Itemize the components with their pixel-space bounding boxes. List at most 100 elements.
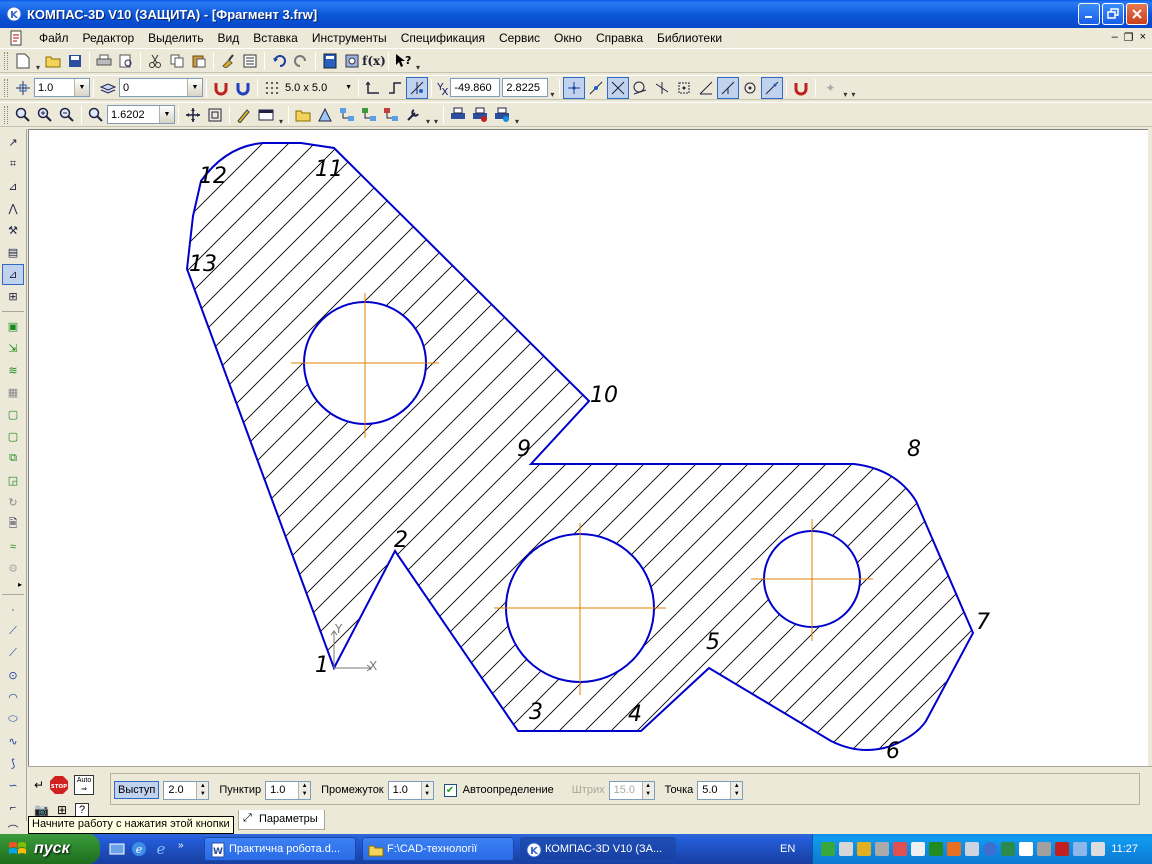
tool-doc-button[interactable]: 🗎 <box>2 514 24 535</box>
layer-combo[interactable]: 0 ▼ <box>119 78 203 97</box>
library-tree3-button[interactable] <box>380 104 402 126</box>
menu-libraries[interactable]: Библиотеки <box>650 31 729 45</box>
library-manager-button[interactable] <box>292 104 314 126</box>
local-snap-button[interactable] <box>232 77 254 99</box>
step-combo[interactable]: 1.0 ▼ <box>34 78 90 97</box>
menu-insert[interactable]: Вставка <box>246 31 305 45</box>
camera-icon[interactable]: 📷 <box>34 803 49 817</box>
line-tool-button[interactable]: ⟋ <box>2 621 24 642</box>
panel-button[interactable] <box>255 104 277 126</box>
zoom-combo[interactable]: 1.6202 ▼ <box>107 105 175 124</box>
segment-tool-button[interactable]: ⟋ <box>2 643 24 664</box>
spin-down-icon[interactable]: ▼ <box>731 790 743 799</box>
tray-shield-icon[interactable] <box>839 842 853 856</box>
print-red-button[interactable] <box>469 104 491 126</box>
global-snap-button[interactable] <box>790 77 812 99</box>
copy-button[interactable] <box>166 50 188 72</box>
coord-x-field[interactable]: -49.860 <box>450 78 501 97</box>
drawing-canvas[interactable]: X Y 1 2 3 4 5 6 7 8 9 10 11 12 13 <box>28 129 1148 766</box>
paste-button[interactable] <box>188 50 210 72</box>
tray-network-icon[interactable] <box>1037 842 1051 856</box>
spin-up-icon[interactable]: ▲ <box>421 781 433 790</box>
zoom-scale-button[interactable] <box>85 104 107 126</box>
snap-align-button[interactable] <box>717 76 740 99</box>
tray-gray-icon[interactable] <box>875 842 889 856</box>
snap-point-on-curve-button[interactable] <box>761 76 784 99</box>
menu-help[interactable]: Справка <box>589 31 650 45</box>
toolbar3b-overflow-icon[interactable]: ▾ <box>432 104 440 126</box>
tray-info-icon[interactable] <box>1019 842 1033 856</box>
spin-up-icon[interactable]: ▲ <box>299 781 311 790</box>
tochka-spinner[interactable]: 5.0 ▲ ▼ <box>697 780 744 800</box>
task-kompas[interactable]: K КОМПАС-3D V10 (ЗА... <box>520 837 676 861</box>
snap-intersection-button[interactable] <box>607 76 630 99</box>
menu-editor[interactable]: Редактор <box>76 31 142 45</box>
snap-dropdown-icon[interactable]: ▾ <box>841 77 849 99</box>
punktir-spinner[interactable]: 1.0 ▲ ▼ <box>265 780 312 800</box>
chevron-down-icon[interactable]: ▼ <box>187 79 202 96</box>
spin-up-icon[interactable]: ▲ <box>197 781 209 790</box>
manager-button[interactable] <box>319 50 341 72</box>
tab-parameters[interactable]: ⤢ Параметры <box>238 810 325 830</box>
tool-hatch-button[interactable]: ≈ <box>2 536 24 557</box>
toolbar1-overflow-icon[interactable]: ▾ <box>414 50 422 72</box>
variables-fx-button[interactable]: f(x) <box>362 50 386 72</box>
quicklaunch-more-icon[interactable]: » <box>178 840 184 851</box>
tray-white-icon[interactable] <box>911 842 925 856</box>
document-icon[interactable] <box>8 30 24 46</box>
report-button[interactable] <box>239 50 261 72</box>
chevron-down-icon[interactable]: ▼ <box>345 84 352 91</box>
snap-normal-button[interactable] <box>651 77 673 99</box>
library-tree-button[interactable] <box>336 104 358 126</box>
grid-panel-icon[interactable]: ⊞ <box>57 803 67 817</box>
new-dropdown-icon[interactable]: ▾ <box>34 50 42 72</box>
spin-up-icon[interactable]: ▲ <box>731 781 743 790</box>
help-icon[interactable]: ? <box>75 803 90 817</box>
tool-green-3-button[interactable]: ≋ <box>2 360 24 381</box>
language-indicator[interactable]: EN <box>780 843 795 855</box>
new-document-button[interactable] <box>12 50 34 72</box>
magnet-button[interactable] <box>210 77 232 99</box>
tool-green-5-button[interactable]: ▢ <box>2 426 24 447</box>
tool-green-7-button[interactable]: ◲ <box>2 470 24 491</box>
grid-button[interactable] <box>261 77 283 99</box>
drawing-svg[interactable]: X Y 1 2 3 4 5 6 7 8 9 10 11 12 13 <box>29 130 1149 767</box>
tray-orange-icon[interactable] <box>947 842 961 856</box>
tray-monitor-icon[interactable] <box>1073 842 1087 856</box>
tool-gray-1-button[interactable]: ▦ <box>2 382 24 403</box>
auto-detect-checkbox[interactable]: ✔ <box>443 783 457 797</box>
quicklaunch-ie2-icon[interactable]: e <box>152 840 170 858</box>
zoom-window-button[interactable] <box>12 104 34 126</box>
menu-select[interactable]: Выделить <box>141 31 210 45</box>
round-coords-button[interactable] <box>406 76 428 99</box>
save-button[interactable] <box>64 50 86 72</box>
quicklaunch-ie-icon[interactable]: e <box>130 840 148 858</box>
orthogonal-button[interactable] <box>362 77 384 99</box>
quicklaunch-network-icon[interactable] <box>108 840 126 858</box>
tool-green-4-button[interactable]: ▢ <box>2 404 24 425</box>
print-button[interactable] <box>93 50 115 72</box>
volume-icon[interactable] <box>1091 842 1105 856</box>
zoom-out-button[interactable] <box>56 104 78 126</box>
menu-view[interactable]: Вид <box>211 31 247 45</box>
editing-panel-button[interactable]: ⋀ <box>2 198 24 219</box>
spec-panel-button[interactable]: ⊞ <box>2 286 24 307</box>
mdi-close-icon[interactable]: × <box>1140 31 1146 44</box>
spin-down-icon[interactable]: ▼ <box>299 790 311 799</box>
circle-tool-button[interactable]: ⊙ <box>2 665 24 686</box>
coord-y-field[interactable]: 2.8225 <box>502 78 549 97</box>
zoom-in-button[interactable] <box>34 104 56 126</box>
menu-file[interactable]: Файл <box>32 31 76 45</box>
chamfer-tool-button[interactable]: ⌐ <box>2 797 24 818</box>
step-cursor-button[interactable] <box>12 77 34 99</box>
spline-tool-button[interactable]: ∿ <box>2 731 24 752</box>
measurements-panel-button[interactable]: ▤ <box>2 242 24 263</box>
tray-green-icon[interactable] <box>821 842 835 856</box>
toolbar3c-overflow-icon[interactable]: ▾ <box>513 104 521 126</box>
tool-gray-3-button[interactable]: ⚙ <box>2 558 24 579</box>
parametrization-panel-button[interactable]: ⚒ <box>2 220 24 241</box>
restore-button[interactable] <box>1102 3 1124 25</box>
tray-blue-icon[interactable] <box>983 842 997 856</box>
spin-down-icon[interactable]: ▼ <box>421 790 433 799</box>
task-folder[interactable]: F:\CAD-технології <box>362 837 514 861</box>
